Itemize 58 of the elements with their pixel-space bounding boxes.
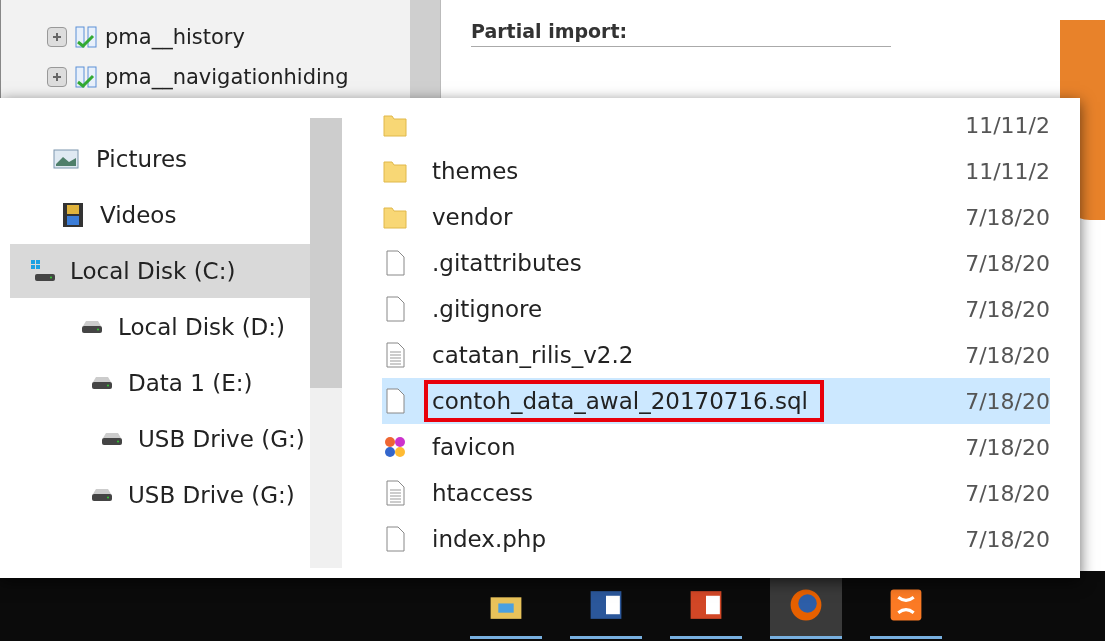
expand-button[interactable]: [47, 67, 67, 87]
nav-item[interactable]: Local Disk (C:): [10, 244, 310, 298]
nav-item[interactable]: Data 1 (E:): [10, 356, 310, 410]
nav-item[interactable]: Pictures: [10, 132, 310, 186]
file-date: 11/11/2: [965, 158, 1050, 184]
file-name: .gitignore: [431, 295, 544, 324]
film-icon: [60, 202, 86, 228]
drive-icon: [80, 320, 104, 334]
drive-icon: [90, 376, 114, 390]
scroll-thumb[interactable]: [310, 118, 342, 388]
file-date: 7/18/20: [965, 434, 1050, 460]
file-row[interactable]: index.php 7/18/20: [382, 516, 1050, 562]
file-date: 7/18/20: [965, 526, 1050, 552]
file-date: 7/18/20: [965, 342, 1050, 368]
nav-item[interactable]: Videos: [10, 188, 310, 242]
file-name: contoh_data_awal_20170716.sql: [431, 387, 809, 416]
plus-icon: [51, 31, 63, 43]
file-name: catatan_rilis_v2.2: [431, 341, 635, 370]
file-row[interactable]: htaccess 7/18/20: [382, 470, 1050, 516]
nav-item[interactable]: USB Drive (G:): [10, 412, 310, 466]
file-name: htaccess: [431, 479, 535, 508]
file-row[interactable]: contoh_data_awal_20170716.sql 7/18/20: [382, 378, 1050, 424]
file-row[interactable]: .gitattributes 7/18/20: [382, 240, 1050, 286]
drive-icon: [90, 488, 114, 502]
table-icon: [73, 64, 99, 90]
table-icon: [73, 24, 99, 50]
file-date: 7/18/20: [965, 296, 1050, 322]
file-name: vendor: [431, 203, 514, 232]
section-heading: Partial import:: [471, 20, 891, 47]
file-date: 7/18/20: [965, 480, 1050, 506]
table-link[interactable]: pma__history: [105, 25, 245, 49]
drive-icon: [100, 432, 124, 446]
folder-icon: [382, 112, 408, 138]
file-name: index.php: [431, 525, 547, 554]
puzzle-icon: [382, 434, 408, 460]
file-row[interactable]: 11/11/2: [382, 102, 1050, 148]
file-name: favicon: [431, 433, 517, 462]
file-date: 11/11/2: [965, 112, 1050, 138]
nav-item[interactable]: Local Disk (D:): [10, 300, 310, 354]
file-row[interactable]: .gitignore 7/18/20: [382, 286, 1050, 332]
table-link[interactable]: pma__navigationhiding: [105, 65, 349, 89]
expand-button[interactable]: [47, 27, 67, 47]
file-date: 7/18/20: [965, 388, 1050, 414]
file-date: 7/18/20: [965, 204, 1050, 230]
folder-icon: [382, 158, 408, 184]
file-row[interactable]: vendor 7/18/20: [382, 194, 1050, 240]
picture-icon: [50, 146, 82, 172]
file-row[interactable]: catatan_rilis_v2.2 7/18/20: [382, 332, 1050, 378]
folder-icon: [382, 204, 408, 230]
file-name: .gitattributes: [431, 249, 583, 278]
scrollbar[interactable]: [310, 118, 342, 568]
plus-icon: [51, 71, 63, 83]
drive-icon: [30, 258, 56, 284]
file-name: themes: [431, 157, 520, 186]
file-row[interactable]: themes 11/11/2: [382, 148, 1050, 194]
nav-item[interactable]: USB Drive (G:): [10, 468, 310, 522]
file-date: 7/18/20: [965, 250, 1050, 276]
file-row[interactable]: favicon 7/18/20: [382, 424, 1050, 470]
